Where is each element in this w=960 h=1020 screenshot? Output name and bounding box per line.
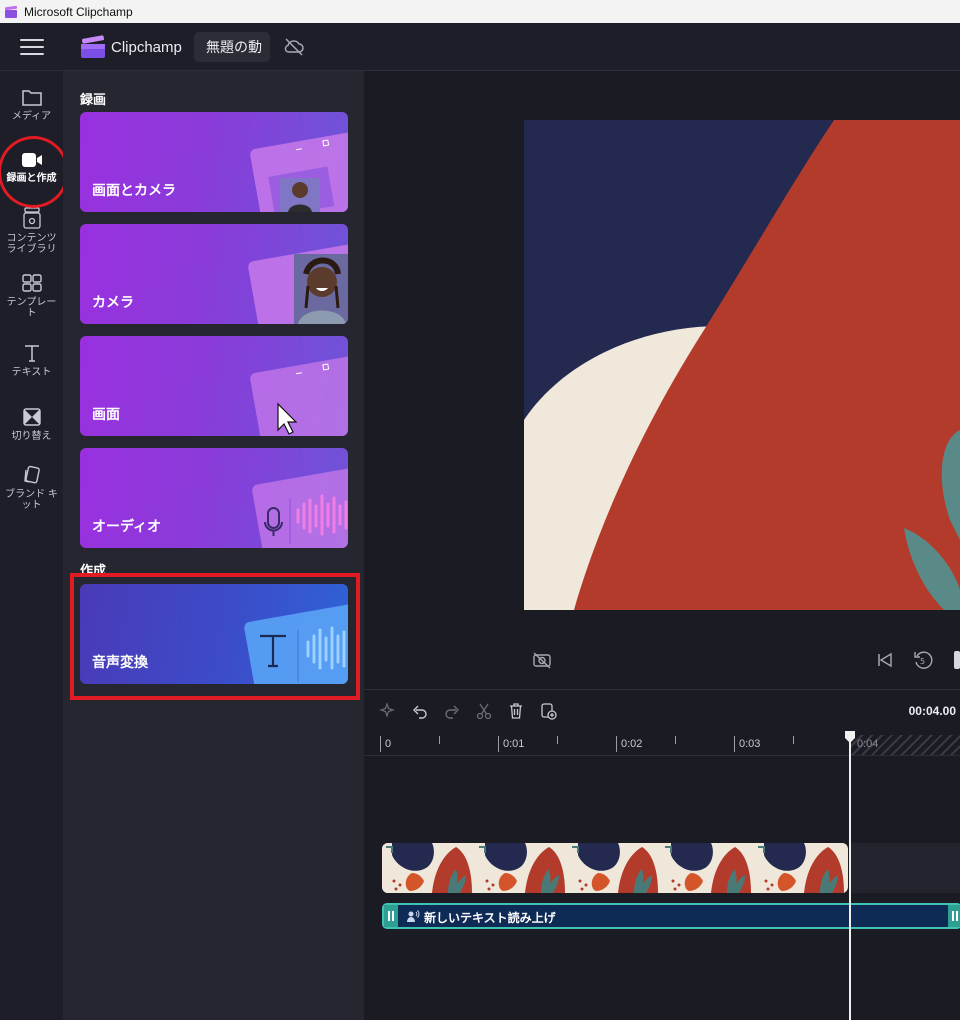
skip-to-start-icon[interactable] <box>876 651 894 669</box>
screen-cursor-illustration-icon <box>250 355 348 436</box>
left-nav-rail: メディア 録画と作成 コンテンツ ライブラリ テンプレー ト テキスト 切り替え… <box>0 71 63 1020</box>
tick-label: 0:04 <box>857 738 879 750</box>
speaking-person-icon <box>407 910 420 922</box>
annotation-red-circle <box>0 136 69 208</box>
audio-clip-label: 新しいテキスト読み上げ <box>424 911 556 925</box>
video-clip-track[interactable] <box>382 843 848 893</box>
clipchamp-app: Microsoft Clipchamp Clipchamp 無題の動 メディア <box>0 0 960 1020</box>
camera-off-icon[interactable] <box>532 651 552 669</box>
screen-camera-illustration-icon <box>250 131 348 212</box>
timeline-ruler[interactable]: 0 0:01 0:02 0:03 0:04 <box>364 732 960 756</box>
abstract-shapes-illustration <box>524 120 960 610</box>
rail-item-label: コンテンツ ライブラリ <box>6 233 57 255</box>
hamburger-menu-icon[interactable] <box>20 39 44 57</box>
rail-item-media[interactable]: メディア <box>0 87 63 122</box>
tick-label: 0:02 <box>621 738 643 750</box>
tick-label: 0 <box>385 738 392 750</box>
card-label: オーディオ <box>92 518 162 534</box>
cloud-off-icon[interactable] <box>283 37 305 57</box>
clipchamp-logo-icon <box>81 35 105 58</box>
templates-grid-icon <box>21 274 42 292</box>
clipchamp-app-icon <box>4 5 18 18</box>
project-title-field[interactable]: 無題の動 <box>194 32 270 62</box>
trash-delete-icon[interactable] <box>507 702 525 720</box>
card-camera[interactable]: カメラ <box>80 224 348 324</box>
timeline-playhead[interactable] <box>849 737 851 1020</box>
brand-kit-icon <box>23 465 40 484</box>
annotation-red-rectangle <box>70 573 360 700</box>
tick-label: 0:03 <box>739 738 761 750</box>
rail-item-label: ブランド キ ット <box>5 489 58 511</box>
rewind-5-seconds-icon[interactable]: 5 <box>912 649 934 671</box>
tick-label: 0:01 <box>503 738 525 750</box>
rail-item-text[interactable]: テキスト <box>0 343 63 378</box>
transitions-icon <box>22 408 41 426</box>
card-label: カメラ <box>92 294 134 310</box>
clip-right-trim-handle[interactable] <box>948 905 960 927</box>
playhead-handle-icon[interactable] <box>844 730 856 744</box>
magic-sparkle-icon[interactable] <box>379 702 397 720</box>
text-to-speech-audio-clip[interactable]: 新しいテキスト読み上げ <box>382 903 960 929</box>
content-library-icon <box>22 207 41 229</box>
rail-item-label: メディア <box>11 111 52 122</box>
video-preview-area: 5 <box>364 71 960 689</box>
rail-item-templates[interactable]: テンプレー ト <box>0 273 63 319</box>
rail-item-transitions[interactable]: 切り替え <box>0 407 63 442</box>
rail-item-label: テンプレー ト <box>6 297 57 319</box>
timeline-current-time: 00:04.00 <box>908 704 956 718</box>
window-titlebar: Microsoft Clipchamp <box>0 0 960 23</box>
play-icon[interactable] <box>952 649 960 671</box>
svg-text:5: 5 <box>920 657 925 666</box>
section-title-record: 録画 <box>80 92 107 107</box>
brand-name: Clipchamp <box>111 39 182 56</box>
redo-icon[interactable] <box>443 702 461 720</box>
video-track-empty-area <box>850 843 960 893</box>
video-preview-canvas <box>524 120 960 610</box>
duplicate-add-icon[interactable] <box>539 702 557 720</box>
undo-icon[interactable] <box>411 702 429 720</box>
clip-left-trim-handle[interactable] <box>384 905 398 927</box>
camera-person-illustration-icon <box>248 244 348 324</box>
timeline-panel: 00:04.00 0 0:01 0:02 0:03 0:04 新しいテキスト読み… <box>364 689 960 1020</box>
record-create-panel: 録画 画面とカメラ カメラ 画面 オーディオ 作成 音声変換 <box>63 71 364 1020</box>
card-screen[interactable]: 画面 <box>80 336 348 436</box>
video-clip-thumbnails <box>382 843 848 893</box>
window-title: Microsoft Clipchamp <box>24 4 133 19</box>
microphone-waveform-illustration-icon <box>252 467 348 548</box>
card-label: 画面とカメラ <box>92 182 176 198</box>
rail-item-label: テキスト <box>11 367 52 378</box>
folder-icon <box>21 90 42 106</box>
card-audio[interactable]: オーディオ <box>80 448 348 548</box>
card-screen-and-camera[interactable]: 画面とカメラ <box>80 112 348 212</box>
app-header: Clipchamp 無題の動 <box>0 23 960 71</box>
scissors-split-icon[interactable] <box>475 702 493 720</box>
rail-item-brand-kit[interactable]: ブランド キ ット <box>0 465 63 511</box>
text-t-icon <box>24 345 39 362</box>
rail-item-content-library[interactable]: コンテンツ ライブラリ <box>0 207 63 255</box>
rail-item-label: 切り替え <box>11 431 52 442</box>
card-label: 画面 <box>92 406 120 422</box>
